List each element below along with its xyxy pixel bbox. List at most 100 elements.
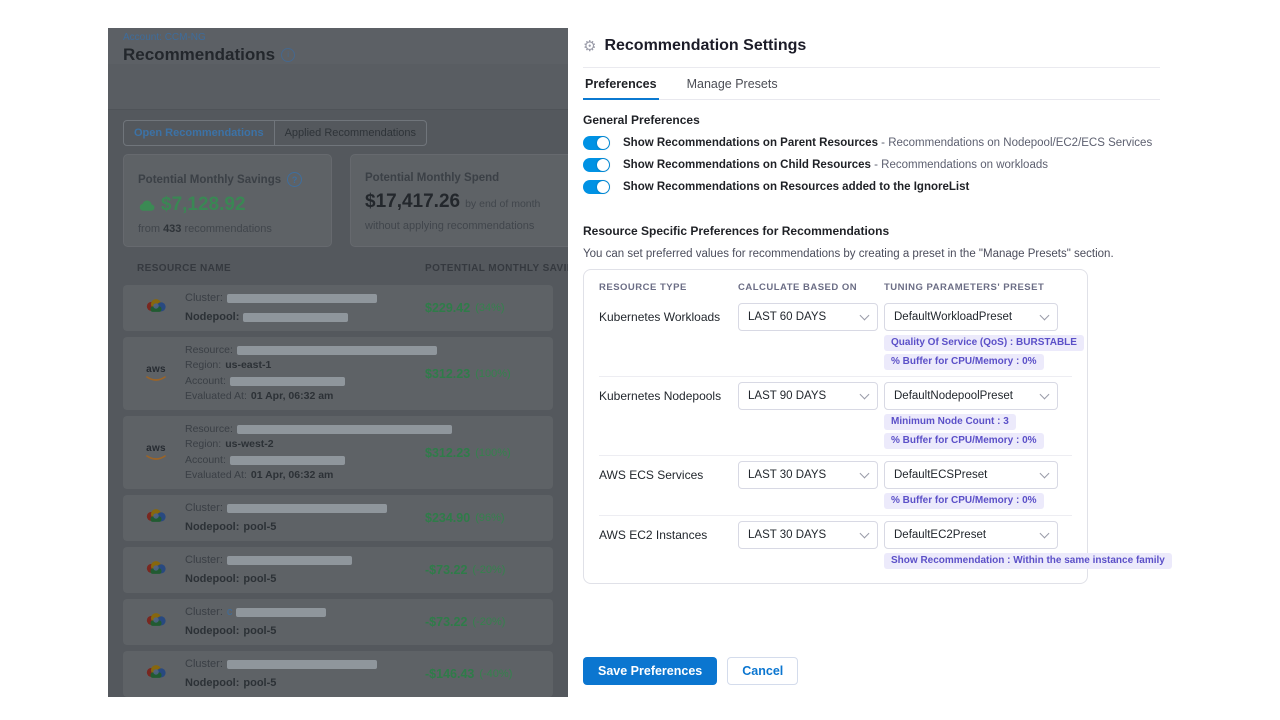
resource-details: Cluster:Nodepool: xyxy=(185,289,377,327)
preset-parameter-badge: Show Recommendation : Within the same in… xyxy=(884,553,1172,569)
calculate-based-on-select[interactable]: LAST 60 DAYS xyxy=(738,303,878,331)
row-field-label: Resource: xyxy=(185,343,233,359)
resource-details: Cluster:cNodepool:pool-5 xyxy=(185,603,326,641)
resource-details: Resource:Region:us-east-1Account:Evaluat… xyxy=(185,343,437,405)
row-field-label: Region: xyxy=(185,437,221,453)
spend-value-suffix: by end of month xyxy=(465,198,540,210)
row-field-label: Account: xyxy=(185,453,226,469)
column-tuning-parameters-preset: TUNING PARAMETERS' PRESET xyxy=(884,282,1072,293)
recommendation-row[interactable]: awsResource:Region:us-west-2Account:Eval… xyxy=(123,416,553,489)
cancel-button[interactable]: Cancel xyxy=(727,657,798,685)
toggle-switch[interactable] xyxy=(583,158,610,172)
row-field-value: pool-5 xyxy=(243,518,276,537)
help-icon[interactable]: ? xyxy=(287,172,302,187)
savings-percent: (-20%) xyxy=(472,616,505,628)
account-breadcrumb[interactable]: Account: CCM-NG xyxy=(123,32,553,44)
settings-actions: Save Preferences Cancel xyxy=(583,657,798,685)
preset-select[interactable]: DefaultNodepoolPreset xyxy=(884,382,1058,410)
recommendation-row[interactable]: Cluster:Nodepool:pool-5 -$73.22 (-20%) xyxy=(123,547,553,593)
general-preferences-toggles: Show Recommendations on Parent Resources… xyxy=(583,132,1160,198)
potential-monthly-savings-card: Potential Monthly Savings ? $7,128.92 fr… xyxy=(123,154,332,247)
column-calculate-based-on: CALCULATE BASED ON xyxy=(738,282,884,293)
savings-percent: (100%) xyxy=(475,368,510,380)
row-field-value: us-west-2 xyxy=(225,437,273,453)
calculate-based-on-select[interactable]: LAST 30 DAYS xyxy=(738,521,878,549)
tab-preferences[interactable]: Preferences xyxy=(583,68,659,100)
resource-details: Cluster:Nodepool:pool-5 xyxy=(185,551,352,589)
summary-cards: Potential Monthly Savings ? $7,128.92 fr… xyxy=(123,154,553,247)
resource-preferences-card: RESOURCE TYPE CALCULATE BASED ON TUNING … xyxy=(583,269,1088,584)
row-field-value: pool-5 xyxy=(243,674,276,693)
row-field-label: Nodepool: xyxy=(185,308,239,327)
column-resource-name: RESOURCE NAME xyxy=(137,263,231,274)
resource-details: Cluster:Nodepool:pool-5 xyxy=(185,655,377,693)
aws-icon: aws xyxy=(146,365,166,382)
savings-amount: $234.90 xyxy=(425,511,470,525)
recommendation-row[interactable]: aws Resource:Region:us-east-1Account:Eval… xyxy=(123,337,553,410)
savings-amount: $312.23 xyxy=(425,367,470,381)
preset-parameter-badge: Quality Of Service (QoS) : BURSTABLE xyxy=(884,335,1084,351)
page-title: Recommendations xyxy=(123,45,275,64)
preset-parameter-badge: Minimum Node Count : 3 xyxy=(884,414,1016,430)
chevron-down-icon xyxy=(860,469,870,479)
page-body: Open Recommendations Applied Recommendat… xyxy=(108,110,568,697)
redacted-text xyxy=(227,504,387,513)
row-field-label: Region: xyxy=(185,358,221,374)
resource-type-label: AWS ECS Services xyxy=(599,461,738,482)
recommendation-row[interactable]: Cluster:cNodepool:pool-5 -$73.22 (-20%) xyxy=(123,599,553,645)
row-field-label: Evaluated At: xyxy=(185,468,247,484)
toggle-label: Show Recommendations on Child Resources … xyxy=(623,159,1048,171)
calculate-based-on-select[interactable]: LAST 30 DAYS xyxy=(738,461,878,489)
row-field-label: Evaluated At: xyxy=(185,389,247,405)
toggle-switch[interactable] xyxy=(583,180,610,194)
gcp-icon xyxy=(145,560,167,580)
recommendations-tabs: Open Recommendations Applied Recommendat… xyxy=(123,120,427,146)
resource-preferences-heading: Resource Specific Preferences for Recomm… xyxy=(583,224,1160,238)
settings-tabs: Preferences Manage Presets xyxy=(583,68,1160,100)
row-field-label: Nodepool: xyxy=(185,622,239,641)
tab-applied-recommendations[interactable]: Applied Recommendations xyxy=(275,121,426,145)
row-field-value: pool-5 xyxy=(243,622,276,641)
preset-select[interactable]: DefaultEC2Preset xyxy=(884,521,1058,549)
row-field-label: Nodepool: xyxy=(185,674,239,693)
resource-type-label: Kubernetes Workloads xyxy=(599,303,738,324)
savings-percent: (34%) xyxy=(475,302,504,314)
recommendation-settings-panel: ⚙ Recommendation Settings Preferences Ma… xyxy=(568,0,1160,720)
preset-select[interactable]: DefaultECSPreset xyxy=(884,461,1058,489)
recommendation-row[interactable]: Cluster:Nodepool:pool-5$234.90(96%) xyxy=(123,495,553,541)
recommendation-row[interactable]: Cluster:Nodepool:$229.42(34%) xyxy=(123,285,553,331)
toggle-switch[interactable] xyxy=(583,136,610,150)
savings-amount: -$146.43 xyxy=(425,667,474,681)
savings-amount: -$73.22 xyxy=(425,615,467,629)
recommendations-page: Account: CCM-NG Recommendations i Open R… xyxy=(108,28,568,697)
redacted-text xyxy=(243,313,348,322)
gcp-icon xyxy=(145,664,167,684)
redacted-text xyxy=(230,377,345,386)
recommendation-row[interactable]: Cluster:Nodepool:pool-5-$146.43(-40%) xyxy=(123,651,553,697)
preset-select[interactable]: DefaultWorkloadPreset xyxy=(884,303,1058,331)
calculate-based-on-select[interactable]: LAST 90 DAYS xyxy=(738,382,878,410)
chevron-down-icon xyxy=(1040,390,1050,400)
row-field-label: Cluster: xyxy=(185,289,223,308)
gear-icon: ⚙ xyxy=(583,39,596,54)
preset-row: Kubernetes WorkloadsLAST 60 DAYSDefaultW… xyxy=(599,298,1072,376)
row-field-label: Cluster: xyxy=(185,603,223,622)
preset-row: Kubernetes NodepoolsLAST 90 DAYSDefaultN… xyxy=(599,376,1072,455)
chevron-down-icon xyxy=(1040,469,1050,479)
row-field-label: Cluster: xyxy=(185,655,223,674)
toolbar-strip xyxy=(108,64,568,110)
save-preferences-button[interactable]: Save Preferences xyxy=(583,657,717,685)
aws-icon: aws xyxy=(146,444,166,461)
resource-type-label: Kubernetes Nodepools xyxy=(599,382,738,403)
info-icon[interactable]: i xyxy=(281,48,295,62)
row-field-label: Account: xyxy=(185,374,226,390)
savings-percent: (-20%) xyxy=(472,564,505,576)
preset-table-header: RESOURCE TYPE CALCULATE BASED ON TUNING … xyxy=(599,280,1072,298)
chevron-down-icon xyxy=(1040,311,1050,321)
redacted-text xyxy=(227,556,352,565)
tab-open-recommendations[interactable]: Open Recommendations xyxy=(124,121,275,145)
tab-manage-presets[interactable]: Manage Presets xyxy=(685,68,780,99)
resource-details: Cluster:Nodepool:pool-5 xyxy=(185,499,387,537)
savings-percent: (100%) xyxy=(475,447,510,459)
savings-amount: -$73.22 xyxy=(425,563,467,577)
